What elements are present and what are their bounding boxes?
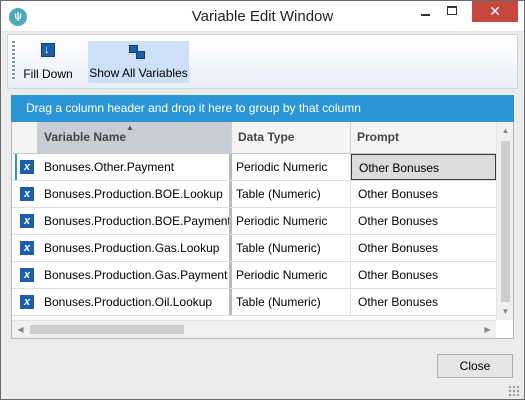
column-header-label: Prompt [357,130,399,144]
row-indicator[interactable]: x [12,181,38,207]
current-row-indicator [15,154,17,180]
cell-prompt[interactable]: Other Bonuses [351,235,496,261]
scroll-left-icon[interactable]: ◀ [12,321,29,338]
toolbar-grip[interactable] [12,41,15,81]
table-row[interactable]: x Bonuses.Production.BOE.Lookup Table (N… [12,181,496,208]
cell-prompt[interactable]: Other Bonuses [351,262,496,288]
fill-down-icon: ↓ [41,43,55,57]
cell-data-type[interactable]: Table (Numeric) [232,289,351,315]
column-header-label: Data Type [238,130,295,144]
horizontal-scrollbar[interactable]: ◀ ▶ [12,320,496,338]
cell-variable-name[interactable]: Bonuses.Production.BOE.Lookup [38,181,232,207]
cell-variable-name[interactable]: Bonuses.Production.Oil.Lookup [38,289,232,315]
row-indicator[interactable]: x [12,235,38,261]
horizontal-scroll-thumb[interactable] [30,325,184,334]
cell-data-type[interactable]: Table (Numeric) [232,181,351,207]
variable-icon: x [20,295,34,309]
table-row[interactable]: x Bonuses.Production.Gas.Lookup Table (N… [12,235,496,262]
row-indicator[interactable]: x [12,262,38,288]
cell-prompt[interactable]: Other Bonuses [351,208,496,234]
grid-rows: x Bonuses.Other.Payment Periodic Numeric… [12,154,496,320]
row-indicator[interactable]: x [12,208,38,234]
window-close-button[interactable]: ✕ [472,1,518,22]
vertical-scrollbar[interactable]: ▲ ▼ [496,122,513,320]
row-indicator[interactable]: x [12,154,38,180]
variable-icon: x [20,268,34,282]
resize-grip-icon[interactable] [508,385,520,397]
cell-data-type[interactable]: Periodic Numeric [232,208,351,234]
variable-icon: x [20,187,34,201]
cell-prompt[interactable]: Other Bonuses [351,154,496,180]
minimize-button[interactable] [412,1,439,22]
scroll-right-icon[interactable]: ▶ [479,321,496,338]
show-all-variables-label: Show All Variables [89,66,188,80]
show-all-variables-icon [129,45,147,61]
cell-prompt[interactable]: Other Bonuses [351,289,496,315]
variable-icon: x [20,160,34,174]
vertical-scroll-thumb[interactable] [501,141,510,302]
row-indicator[interactable]: x [12,289,38,315]
grid-header: ▲ Variable Name Data Type Prompt [12,122,496,154]
row-indicator-header [12,122,38,153]
toolbar: ↓ Fill Down Show All Variables [7,34,518,89]
scroll-up-icon[interactable]: ▲ [497,122,513,139]
group-by-panel[interactable]: Drag a column header and drop it here to… [11,95,514,122]
variable-edit-window: ψ Variable Edit Window ✕ ↓ Fill Down Sho… [0,0,525,400]
fill-down-button[interactable]: ↓ Fill Down [22,41,74,83]
variables-grid: ▲ Variable Name Data Type Prompt x Bonus… [11,122,514,339]
cell-data-type[interactable]: Periodic Numeric [232,262,351,288]
column-header-data-type[interactable]: Data Type [232,122,351,153]
cell-variable-name[interactable]: Bonuses.Other.Payment [38,154,232,180]
maximize-icon [447,6,457,15]
column-header-prompt[interactable]: Prompt [351,122,496,153]
minimize-icon [421,14,430,16]
title-bar[interactable]: ψ Variable Edit Window ✕ [1,1,524,32]
column-header-label: Variable Name [44,130,127,144]
table-row[interactable]: x Bonuses.Production.BOE.Payment Periodi… [12,208,496,235]
cell-prompt[interactable]: Other Bonuses [351,181,496,207]
cell-data-type[interactable]: Table (Numeric) [232,235,351,261]
sort-ascending-icon: ▲ [126,123,134,132]
close-button[interactable]: Close [437,354,513,378]
maximize-button[interactable] [439,1,466,22]
table-row[interactable]: x Bonuses.Production.Oil.Lookup Table (N… [12,289,496,316]
cell-variable-name[interactable]: Bonuses.Production.Gas.Lookup [38,235,232,261]
cell-variable-name[interactable]: Bonuses.Production.Gas.Payment [38,262,232,288]
variable-icon: x [20,214,34,228]
scroll-down-icon[interactable]: ▼ [497,303,513,320]
fill-down-label: Fill Down [23,67,73,81]
table-row[interactable]: x Bonuses.Production.Gas.Payment Periodi… [12,262,496,289]
variable-icon: x [20,241,34,255]
column-header-variable-name[interactable]: ▲ Variable Name [38,122,232,153]
show-all-variables-button[interactable]: Show All Variables [88,41,189,83]
cell-variable-name[interactable]: Bonuses.Production.BOE.Payment [38,208,232,234]
table-row[interactable]: x Bonuses.Other.Payment Periodic Numeric… [12,154,496,181]
cell-data-type[interactable]: Periodic Numeric [232,154,351,180]
